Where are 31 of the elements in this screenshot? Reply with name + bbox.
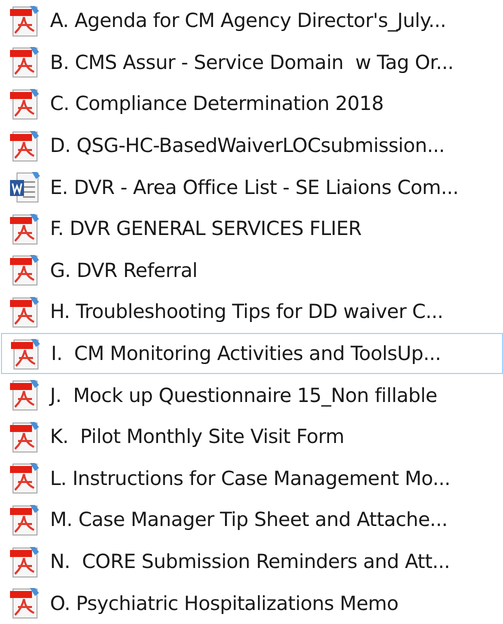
pdf-file-icon bbox=[9, 336, 43, 371]
file-name[interactable]: C. Compliance Determination 2018 bbox=[50, 92, 384, 116]
pdf-file-icon bbox=[8, 378, 42, 412]
file-name[interactable]: O. Psychiatric Hospitalizations Memo bbox=[50, 592, 398, 615]
pdf-file-icon bbox=[8, 253, 42, 288]
file-name[interactable]: E. DVR - Area Office List - SE Liaions Com... bbox=[50, 176, 459, 199]
file-name[interactable]: I. CM Monitoring Activities and ToolsUp... bbox=[51, 342, 441, 366]
pdf-file-icon bbox=[8, 45, 42, 80]
pdf-file-icon bbox=[8, 544, 42, 579]
file-name[interactable]: L. Instructions for Case Management Mo... bbox=[50, 466, 450, 490]
file-name[interactable]: B. CMS Assur - Service Domain w Tag Or... bbox=[50, 50, 454, 74]
pdf-file-icon bbox=[8, 586, 42, 620]
file-name[interactable]: K. Pilot Monthly Site Visit Form bbox=[50, 425, 344, 448]
file-name[interactable]: H. Troubleshooting Tips for DD waiver C... bbox=[50, 300, 444, 324]
pdf-file-icon bbox=[8, 212, 42, 246]
pdf-file-icon bbox=[8, 4, 42, 38]
file-name[interactable]: M. Case Manager Tip Sheet and Attache... bbox=[50, 508, 448, 532]
focused-file-item[interactable]: I. CM Monitoring Activities and ToolsUp... bbox=[1, 332, 503, 374]
pdf-file-icon bbox=[8, 86, 42, 121]
file-name[interactable]: D. QSG-HC-BasedWaiverLOCsubmission... bbox=[50, 134, 445, 158]
pdf-file-icon bbox=[8, 128, 42, 163]
file-name[interactable]: F. DVR GENERAL SERVICES FLIER bbox=[50, 217, 362, 240]
file-name[interactable]: A. Agenda for CM Agency Director's_July... bbox=[50, 9, 446, 32]
pdf-file-icon bbox=[8, 420, 42, 454]
pdf-file-icon bbox=[8, 294, 42, 329]
file-name[interactable]: G. DVR Referral bbox=[50, 258, 198, 282]
file-name[interactable]: J. Mock up Questionnaire 15_Non fillable bbox=[50, 384, 438, 407]
pdf-file-icon bbox=[8, 461, 42, 496]
pdf-file-icon bbox=[8, 502, 42, 537]
file-name[interactable]: N. CORE Submission Reminders and Att... bbox=[50, 550, 450, 574]
word-file-icon bbox=[8, 170, 42, 204]
